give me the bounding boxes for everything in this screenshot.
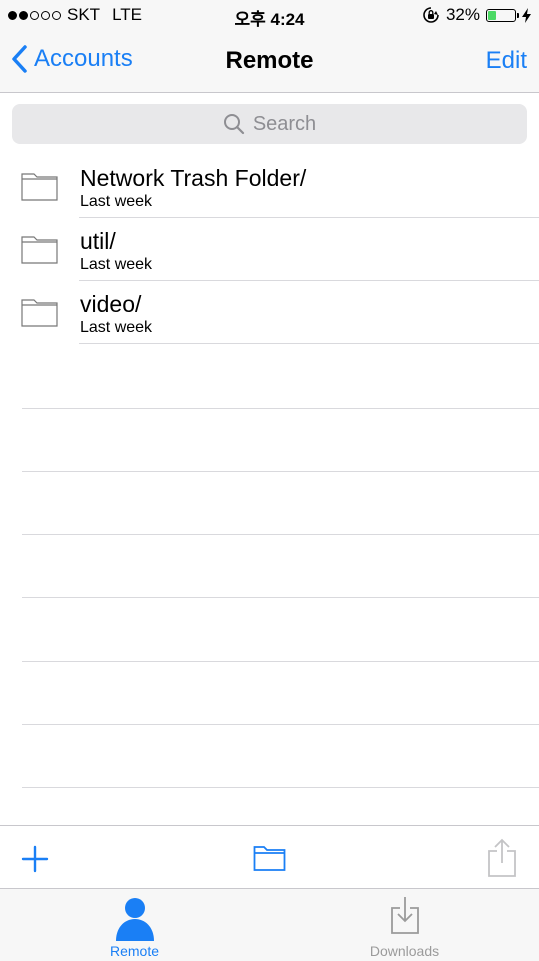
status-right: 32%: [422, 5, 531, 25]
file-modified: Last week: [80, 319, 153, 336]
file-modified: Last week: [80, 256, 153, 273]
file-name: video/: [80, 291, 142, 317]
tab-remote[interactable]: Remote: [0, 889, 269, 961]
empty-row-divider: [22, 408, 539, 409]
battery-icon: [486, 8, 519, 22]
empty-row-divider: [22, 534, 539, 535]
tab-bar: Remote Downloads: [0, 888, 539, 961]
page-title: Remote: [225, 47, 314, 74]
bottom-toolbar: [0, 825, 539, 889]
plus-icon[interactable]: [21, 845, 49, 873]
search-placeholder: Search: [252, 112, 317, 135]
folder-icon: [21, 299, 58, 327]
folder-icon: [21, 173, 58, 201]
file-name: util/: [80, 228, 116, 254]
empty-row-divider: [22, 471, 539, 472]
edit-button[interactable]: Edit: [486, 47, 527, 75]
search-icon: [223, 114, 244, 135]
empty-row-divider: [22, 787, 539, 788]
empty-row-divider: [22, 597, 539, 598]
status-bar: SKT LTE 오후 4:24 32%: [0, 0, 539, 30]
share-icon[interactable]: [487, 838, 517, 878]
list-item[interactable]: util/ Last week: [0, 218, 539, 281]
row-divider: [79, 343, 539, 344]
folder-icon[interactable]: [253, 844, 286, 872]
file-list: Network Trash Folder/ Last week util/ La…: [0, 155, 539, 344]
list-item[interactable]: video/ Last week: [0, 281, 539, 344]
orientation-lock-icon: [423, 7, 439, 23]
list-item[interactable]: Network Trash Folder/ Last week: [0, 155, 539, 218]
navigation-bar: Accounts Remote Edit: [0, 30, 539, 93]
empty-row-divider: [22, 724, 539, 725]
tab-label: Remote: [109, 943, 160, 959]
tab-downloads[interactable]: Downloads: [270, 889, 539, 961]
search-input[interactable]: Search: [12, 104, 527, 144]
tab-label: Downloads: [369, 943, 440, 959]
charging-bolt-icon: [522, 7, 531, 23]
person-icon: [115, 898, 154, 941]
empty-row-divider: [22, 661, 539, 662]
download-tray-icon: [390, 897, 419, 934]
folder-icon: [21, 236, 58, 264]
file-modified: Last week: [80, 193, 153, 210]
file-name: Network Trash Folder/: [80, 165, 307, 191]
battery-percent: 32%: [445, 5, 480, 24]
